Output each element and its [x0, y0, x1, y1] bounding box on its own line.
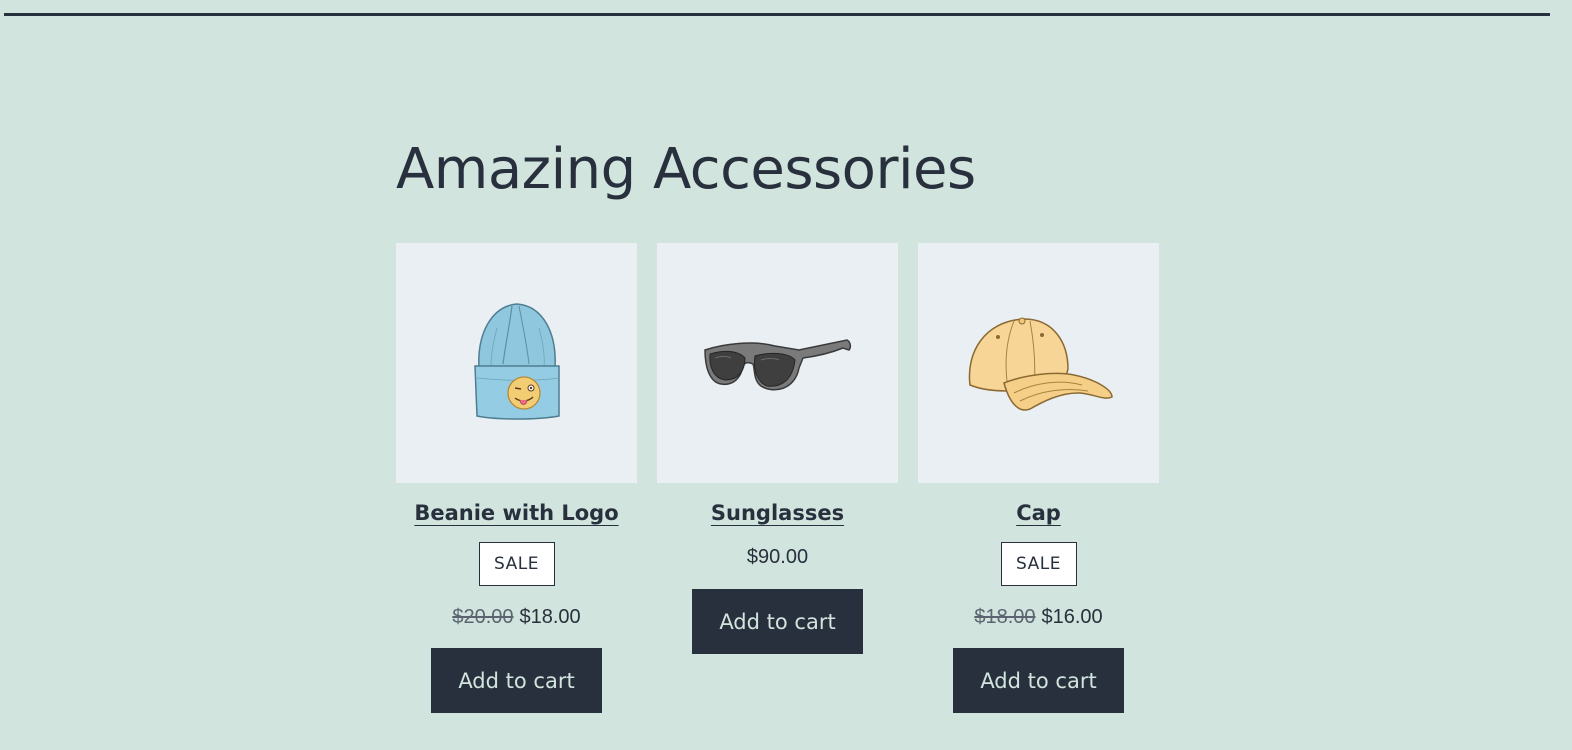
add-to-cart-button[interactable]: Add to cart: [953, 648, 1124, 713]
product-card: Beanie with Logo SALE $20.00 $18.00 Add …: [396, 243, 637, 713]
original-price: $18.00: [974, 606, 1036, 628]
product-card: Cap SALE $18.00 $16.00 Add to cart: [918, 243, 1159, 713]
sale-price: $16.00: [1041, 606, 1103, 628]
add-to-cart-button[interactable]: Add to cart: [692, 589, 863, 654]
product-card: Sunglasses $90.00 Add to cart: [657, 243, 898, 713]
header-divider: [4, 13, 1550, 16]
product-title-link[interactable]: Cap: [1016, 499, 1061, 527]
beanie-image: [473, 303, 560, 420]
add-to-cart-button[interactable]: Add to cart: [431, 648, 602, 713]
original-price: $20.00: [452, 606, 514, 628]
product-price: $18.00 $16.00: [974, 606, 1102, 629]
product-price: $90.00: [746, 546, 809, 568]
product-price: $20.00 $18.00: [452, 606, 580, 629]
sale-badge: SALE: [1000, 542, 1077, 586]
product-image-link[interactable]: [396, 243, 637, 483]
sale-badge: SALE: [478, 542, 555, 586]
section-title: Amazing Accessories: [396, 137, 976, 202]
cap-image: [968, 317, 1113, 411]
product-image-link[interactable]: [657, 243, 898, 483]
product-title-link[interactable]: Sunglasses: [711, 499, 844, 527]
product-title-link[interactable]: Beanie with Logo: [414, 499, 618, 527]
product-image-link[interactable]: [918, 243, 1159, 483]
sunglasses-image: [703, 339, 851, 391]
sale-price: $18.00: [519, 606, 581, 628]
product-grid: Beanie with Logo SALE $20.00 $18.00 Add …: [396, 243, 1159, 713]
